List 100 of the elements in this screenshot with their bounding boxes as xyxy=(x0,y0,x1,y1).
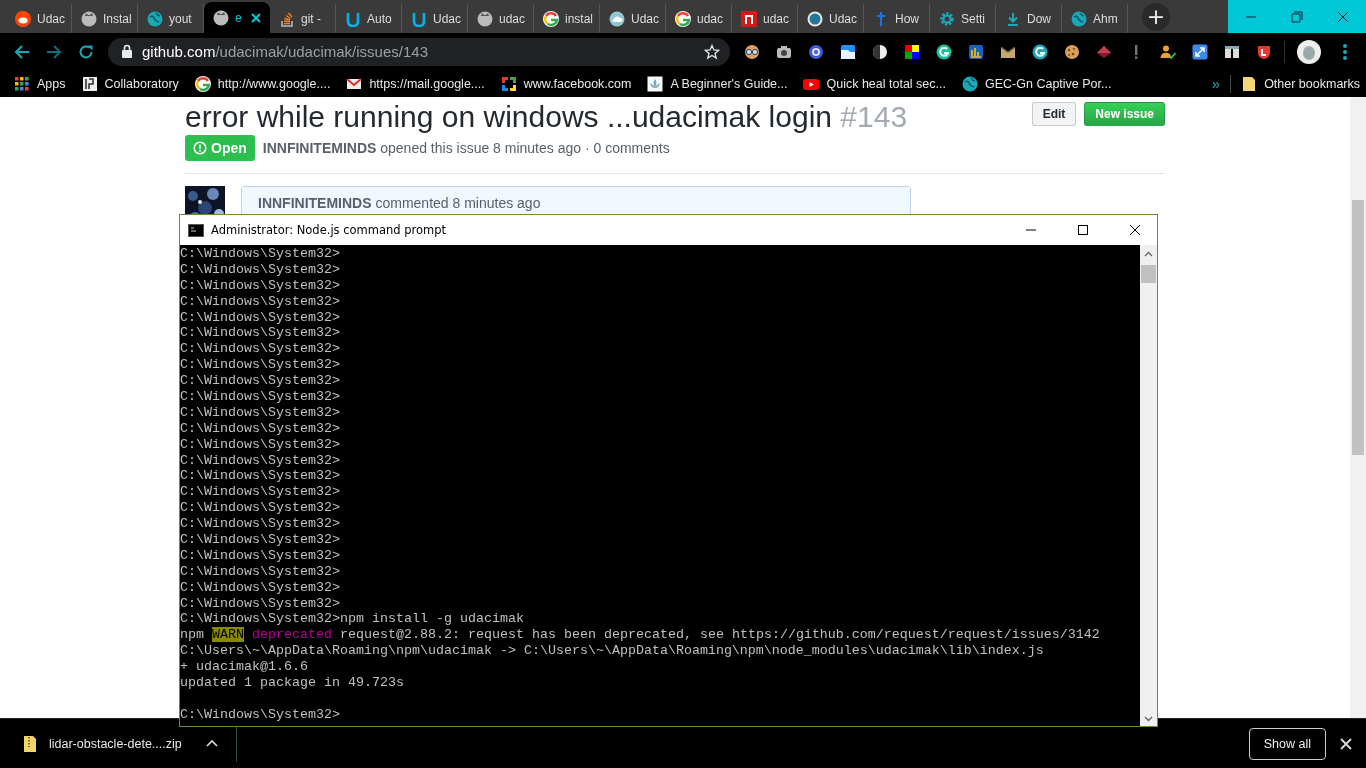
target-icon[interactable] xyxy=(808,43,824,60)
bookmark-folder[interactable]: Other bookmarks xyxy=(1235,71,1366,96)
alert-icon xyxy=(193,141,207,155)
browser-tab[interactable]: Udac xyxy=(402,4,468,33)
console-line: C:\Windows\System32> xyxy=(180,309,341,326)
close-icon[interactable] xyxy=(249,10,263,25)
status-badge: Open xyxy=(185,135,255,161)
console-line: C:\Windows\System32> xyxy=(180,468,341,485)
browser-tab[interactable]: instal xyxy=(534,4,600,33)
camera-icon[interactable] xyxy=(776,43,792,60)
star-icon[interactable] xyxy=(704,43,720,60)
contrast-icon[interactable] xyxy=(872,43,888,60)
browser-tab[interactable]: Setti xyxy=(930,4,996,33)
shield-icon[interactable] xyxy=(1256,43,1272,60)
browser-tab[interactable]: How xyxy=(864,4,930,33)
browser-tab[interactable]: udac xyxy=(468,4,534,33)
bookmark[interactable]: A Beginner's Guide... xyxy=(641,71,794,96)
console-line: C:\Windows\System32> xyxy=(180,325,341,342)
globe-icon xyxy=(962,75,978,92)
u-shape-icon xyxy=(411,10,427,27)
scrollbar[interactable] xyxy=(1140,245,1157,726)
browser-tab[interactable]: Udac xyxy=(798,4,864,33)
console-line: C:\Windows\System32> xyxy=(180,357,341,374)
bookmark[interactable]: Apps xyxy=(8,71,72,96)
show-all-button[interactable]: Show all xyxy=(1248,727,1326,760)
plant-icon xyxy=(647,75,664,92)
console-line: C:\Windows\System32> xyxy=(180,706,341,723)
console-line: C:\Windows\System32> xyxy=(180,404,341,421)
maximize-icon[interactable] xyxy=(1077,225,1088,235)
bookmark[interactable]: Collaboratory xyxy=(75,71,185,96)
scroll-down-icon[interactable] xyxy=(1144,716,1153,722)
circle-icon xyxy=(807,10,823,27)
more-bookmarks-button[interactable]: » xyxy=(1205,75,1227,92)
restore-icon[interactable] xyxy=(1291,10,1303,23)
menu-icon[interactable] xyxy=(1343,43,1347,60)
console-line: C:\Windows\System32> xyxy=(180,500,341,517)
cookie-icon[interactable] xyxy=(1064,43,1080,60)
address-bar[interactable]: github.com/udacimak/udacimak/issues/143 xyxy=(108,37,730,66)
circle-icon[interactable] xyxy=(1032,43,1048,60)
console-line: C:\Windows\System32> xyxy=(180,436,341,453)
frame-icon xyxy=(500,75,517,92)
browser-tab[interactable]: udac xyxy=(666,4,732,33)
download-icon xyxy=(1005,10,1021,27)
browser-tab[interactable]: Udac xyxy=(6,4,72,33)
forward-icon[interactable] xyxy=(46,43,62,60)
browser-tab[interactable]: e xyxy=(204,2,270,33)
browser-tab[interactable]: Instal xyxy=(72,4,138,33)
folder-icon xyxy=(1241,75,1258,92)
bookmark[interactable]: https://mail.google.... xyxy=(340,71,491,96)
back-icon[interactable] xyxy=(14,43,30,60)
diamond-icon[interactable] xyxy=(1096,43,1112,60)
circle-icon[interactable] xyxy=(936,43,952,60)
console-line: C:\Windows\System32> xyxy=(180,293,341,310)
window-icon[interactable] xyxy=(840,43,856,60)
download-item[interactable]: lidar-obstacle-dete....zip xyxy=(22,734,182,753)
color-grid-icon[interactable] xyxy=(904,43,920,60)
console-line: C:\Windows\System32> xyxy=(180,547,341,564)
edit-button[interactable]: Edit xyxy=(1031,102,1077,126)
close-icon[interactable] xyxy=(1129,225,1140,235)
globe-icon xyxy=(147,10,163,27)
expand-icon[interactable] xyxy=(1192,43,1208,60)
window-title: Administrator: Node.js command prompt xyxy=(211,223,447,237)
browser-tab[interactable]: Ahm xyxy=(1062,4,1128,33)
bookmark[interactable]: GEC-Gn Captive Por... xyxy=(956,71,1118,96)
browser-tab[interactable]: yout xyxy=(138,4,204,33)
browser-tab[interactable]: Auto xyxy=(336,4,402,33)
console-line: C:\Windows\System32> xyxy=(180,532,341,548)
reload-icon[interactable] xyxy=(78,43,94,60)
scroll-thumb[interactable] xyxy=(1141,265,1156,283)
apps-icon xyxy=(14,75,30,92)
browser-tab[interactable]: Dow xyxy=(996,4,1062,33)
new-tab-button[interactable]: + xyxy=(1142,3,1170,31)
browser-tab[interactable]: udac xyxy=(732,4,798,33)
bar-chart-icon[interactable] xyxy=(968,43,984,60)
stack-icon xyxy=(279,10,295,27)
settings-icon xyxy=(939,10,955,27)
scrollbar[interactable] xyxy=(1350,97,1366,718)
scroll-thumb[interactable] xyxy=(1352,200,1364,455)
scroll-up-icon[interactable] xyxy=(1144,251,1153,257)
square-icon xyxy=(81,75,98,92)
console-line: C:\Windows\System32> xyxy=(180,563,341,580)
browser-tab[interactable]: git - xyxy=(270,4,336,33)
console-line: + udacimak@1.6.6 xyxy=(180,659,309,676)
console-line: C:\Windows\System32> xyxy=(180,420,341,437)
bookmark[interactable]: Quick heal total sec... xyxy=(797,71,952,96)
globe-icon xyxy=(1071,10,1087,27)
columns-icon[interactable] xyxy=(1224,43,1240,60)
user-check-icon[interactable] xyxy=(1160,43,1176,60)
issue-meta: INNFINITEMINDS opened this issue 8 minutes ago · 0 comments xyxy=(262,140,670,156)
bookmark[interactable]: http://www.google.... xyxy=(188,71,337,96)
console-line: C:\Windows\System32> xyxy=(180,373,341,389)
browser-tab[interactable]: Udac xyxy=(600,4,666,33)
bookmark[interactable]: www.facebook.com xyxy=(494,71,638,96)
glasses-icon[interactable] xyxy=(744,43,760,60)
avatar-icon[interactable] xyxy=(1297,39,1321,64)
console-line: C:\Windows\System32> xyxy=(180,341,341,358)
ring-icon xyxy=(194,75,211,92)
caret-icon[interactable] xyxy=(205,739,218,748)
close-icon[interactable] xyxy=(1337,10,1349,23)
console-line: C:\Users\~\AppData\Roaming\npm\udacimak -> C:\Users\~\AppData\Roaming\npm\node_modules\udacimak\lib\index.js xyxy=(180,643,1045,660)
